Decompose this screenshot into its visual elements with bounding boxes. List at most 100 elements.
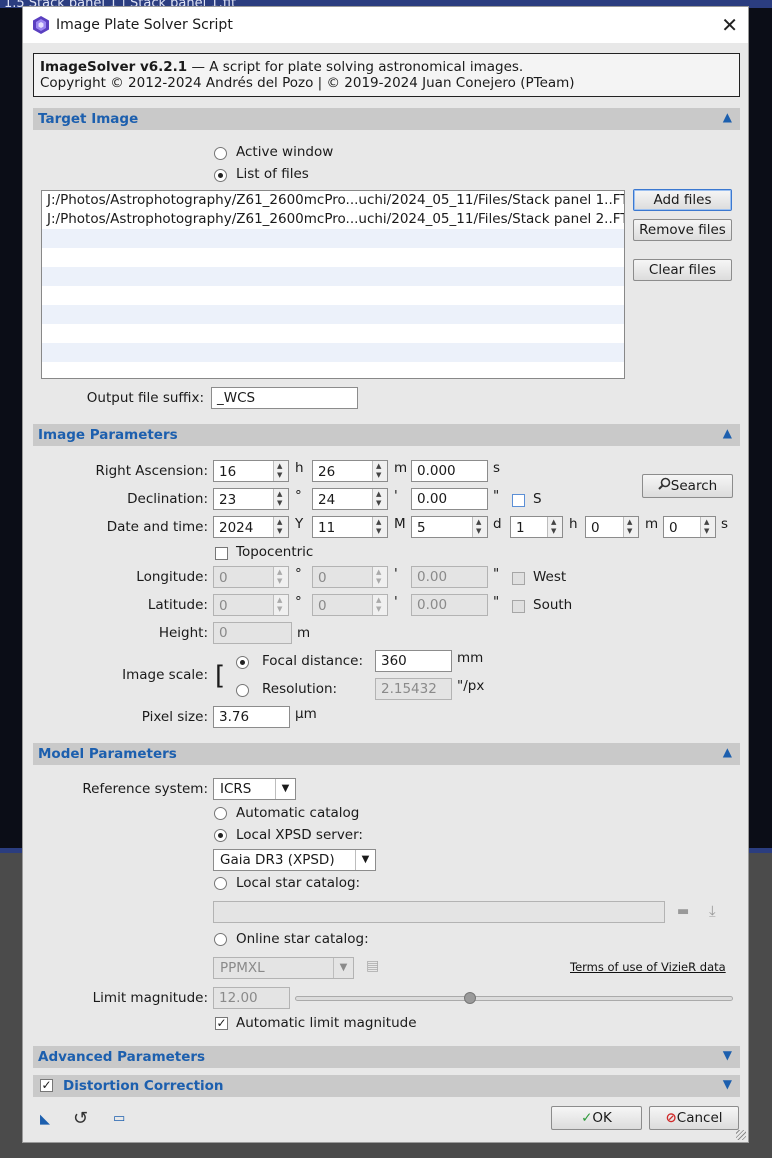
local-star-catalog-radio[interactable] [214, 877, 227, 890]
browse-documentation-icon[interactable]: ▭ [113, 1111, 125, 1126]
distortion-correction-checkbox[interactable]: ✓ [40, 1079, 53, 1092]
spin-down-icon[interactable]: ▼ [277, 499, 282, 507]
online-star-catalog-radio[interactable] [214, 933, 227, 946]
section-advanced-parameters[interactable]: Advanced Parameters ▼ [33, 1046, 740, 1068]
spin-up-icon[interactable]: ▲ [627, 518, 632, 526]
spin-up-icon[interactable]: ▲ [277, 568, 282, 576]
spin-down-icon[interactable]: ▼ [376, 605, 381, 613]
dec-minutes-spinner[interactable]: 24 ▲ ▼ [312, 488, 388, 510]
spin-up-icon[interactable]: ▲ [551, 518, 556, 526]
south-dec-checkbox[interactable] [512, 494, 525, 507]
local-star-catalog-path[interactable] [213, 901, 665, 923]
ra-seconds-input[interactable]: 0.000 [411, 460, 488, 482]
longitude-degrees-spinner[interactable]: 0 ▲ ▼ [213, 566, 289, 588]
dec-seconds-input[interactable]: 0.00 [411, 488, 488, 510]
longitude-minutes-spinner[interactable]: 0 ▲ ▼ [312, 566, 388, 588]
resolution-radio[interactable] [236, 684, 249, 697]
pixel-size-input[interactable]: 3.76 [213, 706, 290, 728]
collapse-up-icon[interactable]: ▲ [723, 426, 732, 440]
collapse-up-icon[interactable]: ▲ [723, 110, 732, 124]
expand-down-icon[interactable]: ▼ [723, 1048, 732, 1062]
server-icon[interactable]: ▤ [366, 958, 379, 974]
output-suffix-input[interactable]: _WCS [211, 387, 358, 409]
limit-magnitude-slider-handle[interactable] [464, 992, 477, 1004]
title-bar[interactable]: Image Plate Solver Script ✕ [23, 7, 748, 43]
add-files-button[interactable]: Add files [633, 189, 732, 211]
limit-magnitude-slider[interactable] [295, 996, 733, 1001]
south-lat-checkbox[interactable] [512, 600, 525, 613]
spin-up-icon[interactable]: ▲ [277, 462, 282, 470]
search-button[interactable]: Search [642, 474, 733, 498]
spin-down-icon[interactable]: ▼ [277, 527, 282, 535]
year-spinner[interactable]: 2024 ▲ ▼ [213, 516, 289, 538]
automatic-limit-checkbox[interactable]: ✓ [215, 1017, 228, 1030]
spin-down-icon[interactable]: ▼ [277, 605, 282, 613]
height-input[interactable]: 0 [213, 622, 292, 644]
spin-up-icon[interactable]: ▲ [704, 518, 709, 526]
hour-spinner[interactable]: 1 ▲ ▼ [510, 516, 563, 538]
download-icon[interactable]: ⤓ [709, 902, 716, 920]
dec-degrees-spinner[interactable]: 23 ▲ ▼ [213, 488, 289, 510]
spin-up-icon[interactable]: ▲ [476, 518, 481, 526]
local-xpsd-radio[interactable] [214, 829, 227, 842]
xpsd-catalog-select[interactable]: Gaia DR3 (XPSD) ▼ [213, 849, 376, 871]
automatic-catalog-radio[interactable] [214, 807, 227, 820]
expand-down-icon[interactable]: ▼ [723, 1077, 732, 1091]
day-spinner[interactable]: 5 ▲ ▼ [411, 516, 488, 538]
month-spinner[interactable]: 11 ▲ ▼ [312, 516, 388, 538]
resize-grip[interactable] [736, 1130, 746, 1140]
online-catalog-select[interactable]: PPMXL ▼ [213, 957, 354, 979]
remove-files-button[interactable]: Remove files [633, 219, 732, 241]
list-of-files-radio[interactable] [214, 169, 227, 182]
cancel-button[interactable]: ⊘Cancel [649, 1106, 739, 1130]
ra-hours-spinner[interactable]: 16 ▲ ▼ [213, 460, 289, 482]
file-row[interactable]: J:/Photos/Astrophotography/Z61_2600mcPro… [42, 191, 624, 210]
west-checkbox[interactable] [512, 572, 525, 585]
ra-minutes-spinner[interactable]: 26 ▲ ▼ [312, 460, 388, 482]
file-row[interactable]: J:/Photos/Astrophotography/Z61_2600mcPro… [42, 210, 624, 229]
spin-up-icon[interactable]: ▲ [277, 490, 282, 498]
spin-up-icon[interactable]: ▲ [277, 518, 282, 526]
vizier-terms-link[interactable]: Terms of use of VizieR data [570, 960, 726, 974]
focal-distance-input[interactable]: 360 [375, 650, 452, 672]
limit-magnitude-input[interactable]: 12.00 [213, 987, 290, 1009]
longitude-seconds-input[interactable]: 0.00 [411, 566, 488, 588]
close-icon[interactable]: ✕ [721, 13, 738, 37]
new-instance-icon[interactable]: ◣ [40, 1112, 50, 1127]
spin-down-icon[interactable]: ▼ [476, 527, 481, 535]
spin-down-icon[interactable]: ▼ [277, 471, 282, 479]
reset-icon[interactable]: ↺ [73, 1108, 88, 1129]
spin-up-icon[interactable]: ▲ [376, 490, 381, 498]
spin-up-icon[interactable]: ▲ [277, 596, 282, 604]
spin-down-icon[interactable]: ▼ [704, 527, 709, 535]
spin-up-icon[interactable]: ▲ [376, 518, 381, 526]
spin-down-icon[interactable]: ▼ [376, 499, 381, 507]
collapse-up-icon[interactable]: ▲ [723, 745, 732, 759]
latitude-degrees-spinner[interactable]: 0 ▲ ▼ [213, 594, 289, 616]
resolution-input[interactable]: 2.15432 [375, 678, 452, 700]
spin-up-icon[interactable]: ▲ [376, 568, 381, 576]
spin-up-icon[interactable]: ▲ [376, 462, 381, 470]
latitude-minutes-spinner[interactable]: 0 ▲ ▼ [312, 594, 388, 616]
section-model-parameters[interactable]: Model Parameters ▲ [33, 743, 740, 765]
folder-icon[interactable]: ▬ [677, 904, 689, 919]
focal-distance-radio[interactable] [236, 656, 249, 669]
spin-down-icon[interactable]: ▼ [551, 527, 556, 535]
topocentric-checkbox[interactable] [215, 547, 228, 560]
spin-down-icon[interactable]: ▼ [277, 577, 282, 585]
clear-files-button[interactable]: Clear files [633, 259, 732, 281]
spin-down-icon[interactable]: ▼ [376, 527, 381, 535]
spin-down-icon[interactable]: ▼ [376, 577, 381, 585]
minute-spinner[interactable]: 0 ▲ ▼ [585, 516, 639, 538]
spin-up-icon[interactable]: ▲ [376, 596, 381, 604]
spin-down-icon[interactable]: ▼ [376, 471, 381, 479]
section-target-image[interactable]: Target Image ▲ [33, 108, 740, 130]
second-spinner[interactable]: 0 ▲ ▼ [663, 516, 716, 538]
latitude-seconds-input[interactable]: 0.00 [411, 594, 488, 616]
active-window-radio[interactable] [214, 147, 227, 160]
reference-system-select[interactable]: ICRS ▼ [213, 778, 296, 800]
file-list[interactable]: J:/Photos/Astrophotography/Z61_2600mcPro… [41, 190, 625, 379]
ok-button[interactable]: ✓OK [551, 1106, 642, 1130]
section-distortion-correction[interactable]: ✓ Distortion Correction ▼ [33, 1075, 740, 1097]
section-image-parameters[interactable]: Image Parameters ▲ [33, 424, 740, 446]
